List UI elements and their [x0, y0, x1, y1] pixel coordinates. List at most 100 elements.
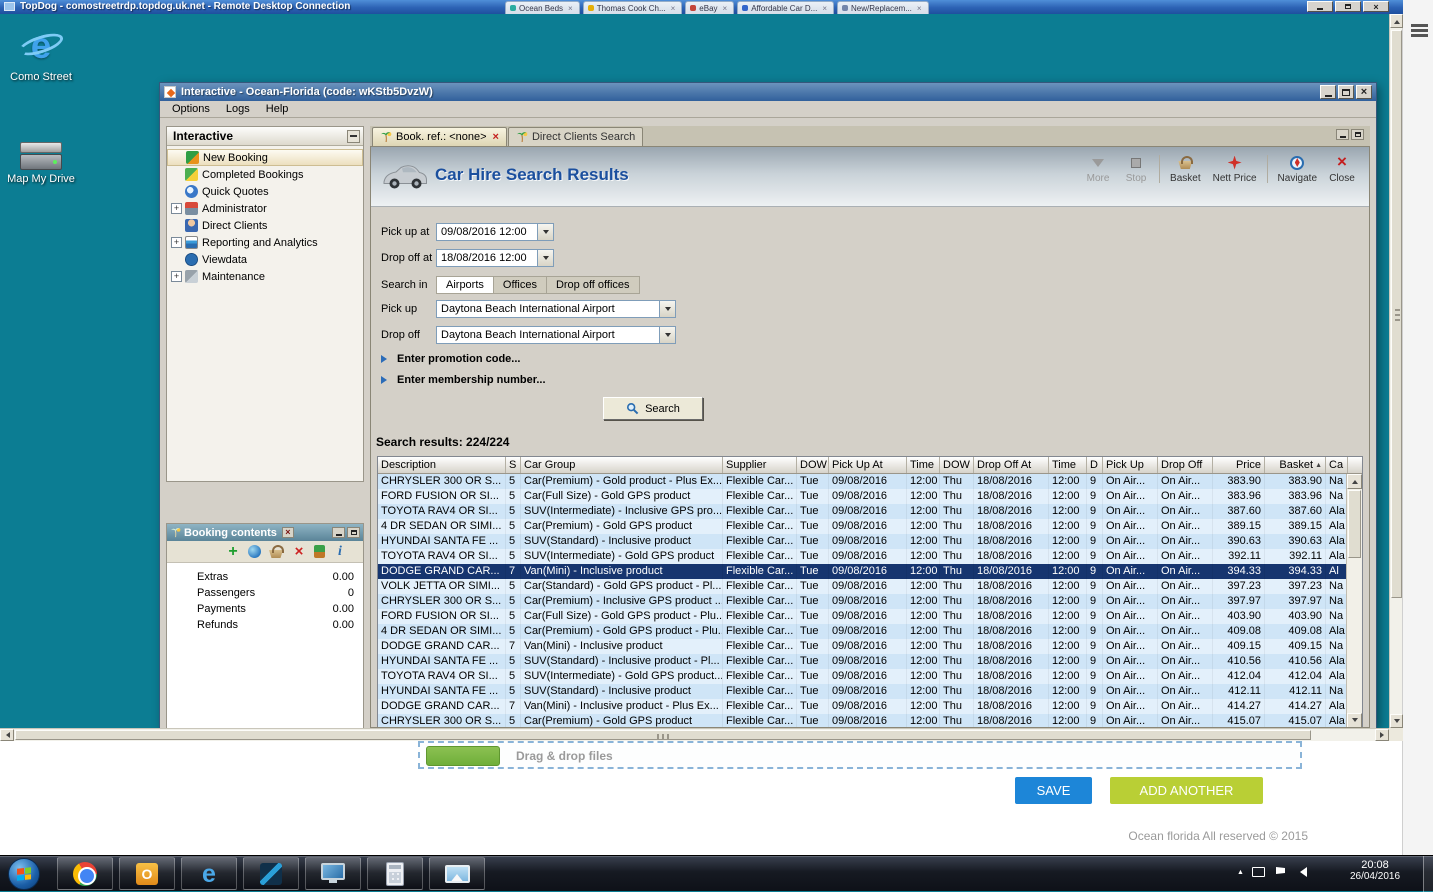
- results-row[interactable]: VOLK JETTA OR SIMI... 5 Car(Standard) - Go…: [378, 579, 1346, 594]
- column-header-pick-up-at[interactable]: Pick Up At: [829, 457, 907, 473]
- expand-plus-icon[interactable]: +: [171, 271, 182, 282]
- results-row[interactable]: HYUNDAI SANTA FE ... 5 SUV(Standard) - Inc…: [378, 534, 1346, 549]
- toolbar-nett-price-button[interactable]: Nett Price: [1207, 152, 1263, 186]
- booking-contents-restore-button[interactable]: [347, 527, 360, 538]
- hidden-icons-arrow[interactable]: ▲: [1237, 869, 1244, 876]
- booking-contents-item[interactable]: Refunds 0.00: [167, 617, 363, 633]
- column-header-basket[interactable]: Basket ▲: [1265, 457, 1326, 473]
- show-desktop-button[interactable]: [1423, 856, 1433, 892]
- scroll-up-button[interactable]: [1390, 14, 1403, 28]
- results-scrollbar[interactable]: [1346, 474, 1362, 727]
- dropoff-location-combo[interactable]: Daytona Beach International Airport: [436, 326, 676, 344]
- column-header-supplier[interactable]: Supplier: [723, 457, 797, 473]
- search-in-tab-airports[interactable]: Airports: [436, 276, 494, 294]
- sidebar-item-completed-bookings[interactable]: Completed Bookings: [167, 166, 363, 183]
- booking-contents-item[interactable]: Passengers 0: [167, 585, 363, 601]
- toolbar-navigate-button[interactable]: Navigate: [1272, 152, 1323, 186]
- save-button[interactable]: SAVE: [1015, 777, 1092, 804]
- delete-icon[interactable]: [291, 544, 307, 560]
- tab-direct-clients-search[interactable]: Direct Clients Search: [507, 127, 644, 146]
- taskbar-computer-button[interactable]: [305, 857, 361, 890]
- taskbar-internet-explorer-button[interactable]: [181, 857, 237, 890]
- results-row[interactable]: TOYOTA RAV4 OR SI... 5 SUV(Intermediate) -…: [378, 669, 1346, 684]
- results-row[interactable]: DODGE GRAND CAR... 7 Van(Mini) - Inclusive…: [378, 564, 1346, 579]
- desktop-icon-como-street[interactable]: e Como Street: [6, 26, 76, 84]
- expand-plus-icon[interactable]: +: [171, 237, 182, 248]
- column-header-d[interactable]: D: [1087, 457, 1103, 473]
- sidebar-item-quick-quotes[interactable]: Quick Quotes: [167, 183, 363, 200]
- scroll-down-button[interactable]: [1390, 714, 1403, 728]
- app-close-button[interactable]: ×: [1356, 85, 1372, 99]
- column-header-dow[interactable]: DOW: [797, 457, 829, 473]
- network-tray-icon[interactable]: [1252, 867, 1265, 877]
- taskbar-media-player-button[interactable]: [243, 857, 299, 890]
- toolbar-close-button[interactable]: Close: [1323, 152, 1361, 186]
- scroll-up-button[interactable]: [1347, 474, 1362, 489]
- toolbar-basket-button[interactable]: Basket: [1164, 152, 1207, 186]
- column-header-ca[interactable]: Ca: [1326, 457, 1348, 473]
- upload-button[interactable]: [426, 746, 500, 766]
- palmtree-icon[interactable]: [314, 545, 325, 558]
- background-browser-tab[interactable]: Thomas Cook Ch... ×: [582, 1, 683, 14]
- document-restore-button[interactable]: [1351, 129, 1364, 140]
- results-row[interactable]: FORD FUSION OR SI... 5 Car(Full Size) - Go…: [378, 609, 1346, 624]
- tab-close-icon[interactable]: ×: [568, 4, 573, 13]
- promotion-code-expander[interactable]: Enter promotion code...: [381, 353, 520, 365]
- results-row[interactable]: CHRYSLER 300 OR S... 5 Car(Premium) - Gold…: [378, 714, 1346, 727]
- taskbar-outlook-button[interactable]: [119, 857, 175, 890]
- column-header-pick-up[interactable]: Pick Up: [1103, 457, 1158, 473]
- add-another-button[interactable]: ADD ANOTHER: [1110, 777, 1263, 804]
- background-browser-tab[interactable]: New/Replacem... ×: [836, 1, 929, 14]
- column-header-drop-off[interactable]: Drop Off: [1158, 457, 1213, 473]
- file-dropzone[interactable]: Drag & drop files: [418, 741, 1302, 769]
- sidebar-item-maintenance[interactable]: + Maintenance: [167, 268, 363, 285]
- desktop-icon-map-my-drive[interactable]: Map My Drive: [6, 142, 76, 185]
- column-header-time[interactable]: Time: [1049, 457, 1087, 473]
- scrollbar-thumb[interactable]: [1391, 30, 1402, 598]
- scroll-left-button[interactable]: [0, 729, 14, 741]
- scroll-down-button[interactable]: [1347, 713, 1362, 727]
- basket-icon[interactable]: [268, 544, 284, 559]
- menu-help[interactable]: Help: [258, 102, 297, 116]
- rdp-minimize-button[interactable]: [1307, 1, 1333, 12]
- tab-close-icon[interactable]: ×: [723, 4, 728, 13]
- menu-options[interactable]: Options: [164, 102, 218, 116]
- sidebar-item-administrator[interactable]: + Administrator: [167, 200, 363, 217]
- pickup-location-combo[interactable]: Daytona Beach International Airport: [436, 300, 676, 318]
- results-row[interactable]: CHRYSLER 300 OR S... 5 Car(Premium) - Incl…: [378, 594, 1346, 609]
- search-button[interactable]: Search: [603, 397, 703, 420]
- search-in-tab-offices[interactable]: Offices: [492, 276, 547, 294]
- scrollbar-thumb[interactable]: [15, 730, 1311, 740]
- rdp-vertical-scrollbar[interactable]: [1389, 14, 1403, 728]
- sidebar-item-reporting-and-analytics[interactable]: + Reporting and Analytics: [167, 234, 363, 251]
- dropdown-arrow-icon[interactable]: [537, 250, 553, 266]
- column-header-s[interactable]: S: [506, 457, 521, 473]
- info-icon[interactable]: [332, 544, 348, 560]
- document-minimize-button[interactable]: [1336, 129, 1349, 140]
- panel-collapse-button[interactable]: [347, 129, 360, 143]
- column-header-price[interactable]: Price: [1213, 457, 1265, 473]
- results-row[interactable]: HYUNDAI SANTA FE ... 5 SUV(Standard) - Inc…: [378, 684, 1346, 699]
- tab-close-icon[interactable]: ×: [493, 131, 499, 143]
- results-row[interactable]: FORD FUSION OR SI... 5 Car(Full Size) - Go…: [378, 489, 1346, 504]
- rdp-horizontal-scrollbar[interactable]: [0, 728, 1389, 741]
- results-row[interactable]: DODGE GRAND CAR... 7 Van(Mini) - Inclusive…: [378, 699, 1346, 714]
- search-in-tab-drop-off-offices[interactable]: Drop off offices: [545, 276, 640, 294]
- booking-contents-minimize-button[interactable]: [332, 527, 345, 538]
- column-header-time[interactable]: Time: [907, 457, 940, 473]
- scrollbar-thumb[interactable]: [1348, 490, 1361, 558]
- rdp-restore-button[interactable]: [1335, 1, 1361, 12]
- app-maximize-button[interactable]: [1338, 85, 1354, 99]
- results-row[interactable]: 4 DR SEDAN OR SIMI... 5 Car(Premium) - Gol…: [378, 519, 1346, 534]
- taskbar-clock[interactable]: 20:08 26/04/2016: [1344, 859, 1406, 882]
- menu-hamburger-icon[interactable]: [1411, 24, 1428, 37]
- results-row[interactable]: TOYOTA RAV4 OR SI... 5 SUV(Intermediate) -…: [378, 549, 1346, 564]
- add-icon[interactable]: [225, 544, 241, 560]
- rdp-close-button[interactable]: ×: [1363, 1, 1389, 12]
- pickup-at-combo[interactable]: 09/08/2016 12:00: [436, 223, 554, 241]
- sidebar-item-viewdata[interactable]: Viewdata: [167, 251, 363, 268]
- sidebar-item-new-booking[interactable]: New Booking: [167, 149, 363, 166]
- expand-plus-icon[interactable]: +: [171, 203, 182, 214]
- tab-book-ref[interactable]: Book. ref.: <none> ×: [372, 127, 507, 146]
- menu-logs[interactable]: Logs: [218, 102, 258, 116]
